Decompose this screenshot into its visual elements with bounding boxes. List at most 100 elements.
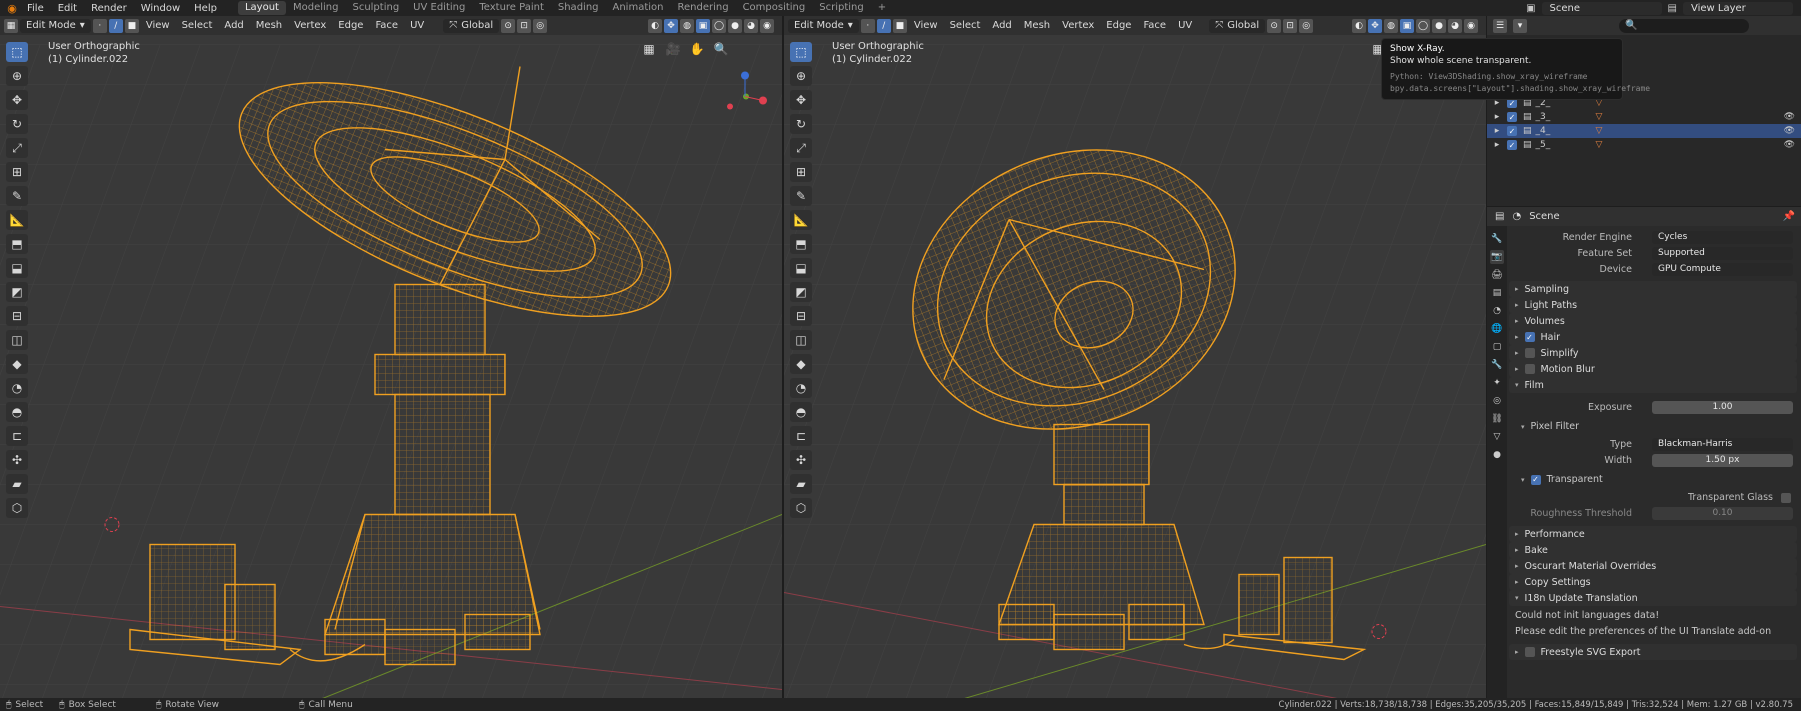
scene-tab-icon[interactable]: ◔ <box>1490 304 1504 318</box>
panel-film[interactable]: ▾ Film <box>1509 377 1797 393</box>
face-select-icon[interactable]: ■ <box>124 18 139 33</box>
menu-mesh[interactable]: Mesh <box>251 20 287 31</box>
cursor-tool-icon[interactable]: ⊕ <box>6 66 28 86</box>
particles-tab-icon[interactable]: ✦ <box>1490 376 1504 390</box>
cursor-tool-icon-right[interactable]: ⊕ <box>790 66 812 86</box>
orientation-dropdown-right[interactable]: ⤧ Global <box>1209 18 1266 33</box>
smooth-tool-icon-right[interactable]: ◓ <box>790 402 812 422</box>
pan-view-icon[interactable]: ✋ <box>688 40 706 58</box>
visibility-icon[interactable]: ◐ <box>648 18 662 33</box>
transparent-checkbox[interactable]: ✓ <box>1530 474 1541 485</box>
physics-tab-icon[interactable]: ◎ <box>1490 394 1504 408</box>
constraints-tab-icon[interactable]: ⛓ <box>1490 412 1504 426</box>
annotate-tool-icon[interactable]: ✎ <box>6 186 28 206</box>
shading-solid-icon-right[interactable]: ● <box>1432 18 1446 33</box>
tab-texture-paint[interactable]: Texture Paint <box>472 1 551 15</box>
editor-type-icon[interactable]: ▦ <box>4 18 18 33</box>
overlay-icon-right[interactable]: ◍ <box>1384 18 1398 33</box>
mode-dropdown-right[interactable]: Edit Mode ▾ <box>788 18 859 33</box>
panel-performance[interactable]: ▸ Performance <box>1509 526 1797 542</box>
viewport-left[interactable]: ▦ Edit Mode ▾ · / ■ View Select Add Mesh… <box>0 16 782 698</box>
camera-view-icon[interactable]: 🎥 <box>664 40 682 58</box>
data-tab-icon[interactable]: ▽ <box>1490 430 1504 444</box>
extrude-tool-icon-right[interactable]: ⬒ <box>790 234 812 254</box>
shear-tool-icon[interactable]: ▰ <box>6 474 28 494</box>
move-tool-icon-right[interactable]: ✥ <box>790 90 812 110</box>
outliner-row-3[interactable]: ▸ ✓ ▤ _3_ ▽ 👁 <box>1487 110 1801 124</box>
menu-vertex-right[interactable]: Vertex <box>1057 20 1099 31</box>
transparent-subpanel[interactable]: ▾ ✓ Transparent <box>1509 472 1797 487</box>
exposure-field[interactable]: 1.00 <box>1652 401 1793 414</box>
edge-select-icon-right[interactable]: / <box>876 18 891 33</box>
tab-modeling[interactable]: Modeling <box>286 1 346 15</box>
tool-tab-icon[interactable]: 🔧 <box>1490 232 1504 246</box>
edge-select-icon[interactable]: / <box>108 18 123 33</box>
rotate-tool-icon[interactable]: ↻ <box>6 114 28 134</box>
mode-dropdown[interactable]: Edit Mode ▾ <box>20 18 91 33</box>
material-tab-icon[interactable]: ● <box>1490 448 1504 462</box>
tab-shading[interactable]: Shading <box>551 1 606 15</box>
menu-render[interactable]: Render <box>84 3 134 14</box>
properties-type-icon[interactable]: ▤ <box>1495 211 1504 222</box>
snap-icon-right[interactable]: ⊡ <box>1283 18 1298 33</box>
shear-tool-icon-right[interactable]: ▰ <box>790 474 812 494</box>
knife-tool-icon[interactable]: ◫ <box>6 330 28 350</box>
tab-layout[interactable]: Layout <box>237 1 286 15</box>
menu-add[interactable]: Add <box>219 20 248 31</box>
tab-animation[interactable]: Animation <box>606 1 671 15</box>
shading-material-icon[interactable]: ◕ <box>744 18 758 33</box>
inset-tool-icon-right[interactable]: ⬓ <box>790 258 812 278</box>
measure-tool-icon[interactable]: 📐 <box>6 210 28 230</box>
measure-tool-icon-right[interactable]: 📐 <box>790 210 812 230</box>
shrink-tool-icon[interactable]: ✣ <box>6 450 28 470</box>
simplify-checkbox[interactable] <box>1524 348 1535 358</box>
move-tool-icon[interactable]: ✥ <box>6 90 28 110</box>
menu-file[interactable]: File <box>20 3 51 14</box>
roughness-field[interactable]: 0.10 <box>1652 507 1793 520</box>
feature-set-dropdown[interactable]: Supported <box>1652 247 1793 260</box>
poly-build-tool-icon-right[interactable]: ◆ <box>790 354 812 374</box>
spin-tool-icon-right[interactable]: ◔ <box>790 378 812 398</box>
bevel-tool-icon-right[interactable]: ◩ <box>790 282 812 302</box>
outliner-row-4[interactable]: ▸ ✓ ▤ _4_ ▽ 👁 <box>1487 124 1801 138</box>
face-select-icon-right[interactable]: ■ <box>892 18 907 33</box>
select-tool-icon-right[interactable]: ⬚ <box>790 42 812 62</box>
outliner-type-icon[interactable]: ☰ <box>1493 18 1507 33</box>
bevel-tool-icon[interactable]: ◩ <box>6 282 28 302</box>
shading-wireframe-icon-right[interactable]: ◯ <box>1416 18 1430 33</box>
select-tool-icon[interactable]: ⬚ <box>6 42 28 62</box>
menu-edge-right[interactable]: Edge <box>1101 20 1136 31</box>
poly-build-tool-icon[interactable]: ◆ <box>6 354 28 374</box>
shrink-tool-icon-right[interactable]: ✣ <box>790 450 812 470</box>
world-tab-icon[interactable]: 🌐 <box>1490 322 1504 336</box>
hair-checkbox[interactable]: ✓ <box>1524 332 1535 342</box>
visibility-icon-right[interactable]: ◐ <box>1352 18 1366 33</box>
freestyle-checkbox[interactable] <box>1524 647 1535 657</box>
outliner-row-5[interactable]: ▸ ✓ ▤ _5_ ▽ 👁 <box>1487 138 1801 152</box>
inset-tool-icon[interactable]: ⬓ <box>6 258 28 278</box>
vertex-select-icon-right[interactable]: · <box>860 18 875 33</box>
scale-tool-icon-right[interactable]: ⤢ <box>790 138 812 158</box>
filter-width-field[interactable]: 1.50 px <box>1652 454 1793 467</box>
edge-slide-tool-icon[interactable]: ⊏ <box>6 426 28 446</box>
panel-oscurart[interactable]: ▸ Oscurart Material Overrides <box>1509 558 1797 574</box>
menu-uv[interactable]: UV <box>405 20 429 31</box>
panel-freestyle-svg[interactable]: ▸ Freestyle SVG Export <box>1509 644 1797 660</box>
menu-add-right[interactable]: Add <box>987 20 1016 31</box>
panel-hair[interactable]: ▸ ✓ Hair <box>1509 329 1797 345</box>
pin-icon[interactable]: 📌 <box>1783 211 1795 222</box>
loop-cut-tool-icon[interactable]: ⊟ <box>6 306 28 326</box>
pixel-filter-subpanel[interactable]: ▾ Pixel Filter <box>1509 419 1797 434</box>
menu-view[interactable]: View <box>141 20 175 31</box>
orientation-dropdown[interactable]: ⤧ Global <box>443 18 500 33</box>
filter-type-dropdown[interactable]: Blackman-Harris <box>1652 438 1793 451</box>
pivot-icon[interactable]: ⊙ <box>501 18 516 33</box>
add-workspace-button[interactable]: + <box>871 1 893 15</box>
vertex-select-icon[interactable]: · <box>92 18 107 33</box>
xray-icon[interactable]: ▣ <box>696 18 710 33</box>
gizmo-icon-right[interactable]: ✥ <box>1368 18 1382 33</box>
transform-tool-icon-right[interactable]: ⊞ <box>790 162 812 182</box>
render-engine-dropdown[interactable]: Cycles <box>1652 231 1793 244</box>
panel-copy-settings[interactable]: ▸ Copy Settings <box>1509 574 1797 590</box>
rotate-tool-icon-right[interactable]: ↻ <box>790 114 812 134</box>
